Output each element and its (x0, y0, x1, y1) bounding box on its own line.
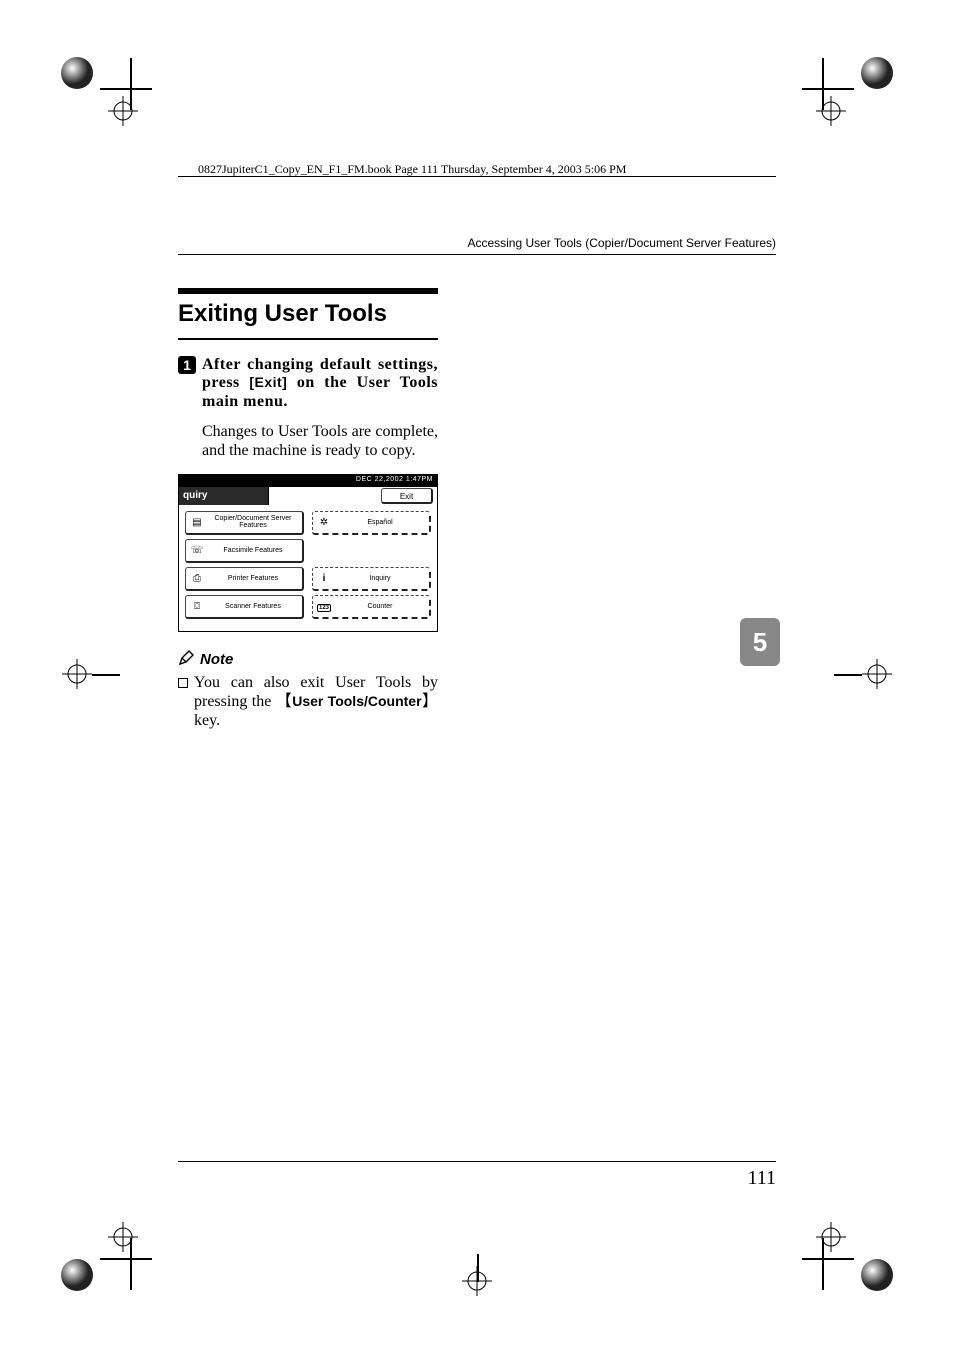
note-after: key. (194, 712, 220, 729)
heading-rule-thin (178, 338, 438, 340)
chapter-thumb-tab: 5 (740, 618, 780, 666)
heading-rule-thick (178, 288, 438, 294)
panel-right-column: ✲ Español i Inquiry 123 Counter (312, 511, 431, 619)
panel-btn-label: Español (335, 519, 425, 526)
panel-status-bar: DEC 22,2002 1:47PM (179, 475, 437, 487)
scanner-icon: ⌼ (190, 601, 204, 612)
book-reference: 0827JupiterC1_Copy_EN_F1_FM.book Page 11… (198, 162, 626, 177)
panel-btn-label: Scanner Features (208, 603, 298, 610)
user-tools-counter-key: User Tools/Counter (292, 693, 421, 709)
panel-title-spacer (269, 487, 381, 505)
panel-btn-label: Inquiry (335, 575, 425, 582)
info-icon: i (317, 573, 331, 584)
user-tools-panel: DEC 22,2002 1:47PM quiry Exit ▤ Copier/Do… (178, 474, 438, 632)
pencil-icon (178, 650, 194, 670)
panel-btn-inquiry[interactable]: i Inquiry (312, 567, 431, 591)
header-rule (178, 254, 776, 255)
note-text: You can also exit User Tools by pressing… (194, 674, 438, 731)
panel-btn-facsimile[interactable]: ☏ Facsimile Features (185, 539, 304, 563)
panel-btn-counter[interactable]: 123 Counter (312, 595, 431, 619)
note-item: You can also exit User Tools by pressing… (178, 674, 438, 731)
footer-rule (178, 1161, 776, 1162)
left-bracket-icon: 【 (276, 693, 292, 710)
body-column: 1 After changing default settings, press… (178, 356, 438, 731)
panel-btn-label: Printer Features (208, 575, 298, 582)
panel-body: ▤ Copier/Document Server Features ☏ Facsim… (179, 505, 437, 625)
fax-icon: ☏ (190, 545, 204, 556)
section-heading: Exiting User Tools (178, 298, 438, 332)
section-heading-block: Exiting User Tools (178, 288, 438, 340)
panel-btn-label: Facsimile Features (208, 547, 298, 554)
step-1: 1 After changing default settings, press… (178, 356, 438, 411)
exit-button-label-ref: [Exit] (249, 374, 287, 390)
note-heading: Note (178, 650, 438, 670)
note-heading-text: Note (200, 651, 233, 668)
copier-icon: ▤ (190, 517, 204, 528)
panel-btn-copier-docserver[interactable]: ▤ Copier/Document Server Features (185, 511, 304, 535)
note-block: Note You can also exit User Tools by pre… (178, 650, 438, 731)
ref-underline (178, 176, 776, 177)
step-number-badge: 1 (178, 356, 196, 374)
running-header: Accessing User Tools (Copier/Document Se… (178, 236, 776, 250)
panel-btn-language[interactable]: ✲ Español (312, 511, 431, 535)
panel-title-bar: quiry Exit (179, 487, 437, 505)
printer-icon: ⎙ (190, 573, 204, 584)
panel-exit-button[interactable]: Exit (381, 488, 433, 504)
hollow-square-icon (178, 678, 188, 688)
panel-tab-label: quiry (179, 487, 269, 505)
counter-icon: 123 (317, 601, 331, 612)
step-1-paragraph: Changes to User Tools are complete, and … (202, 423, 438, 460)
panel-btn-printer[interactable]: ⎙ Printer Features (185, 567, 304, 591)
panel-btn-scanner[interactable]: ⌼ Scanner Features (185, 595, 304, 619)
page-content: 0827JupiterC1_Copy_EN_F1_FM.book Page 11… (178, 158, 776, 1190)
globe-icon: ✲ (317, 517, 331, 528)
panel-gap (312, 539, 431, 563)
page-number: 111 (747, 1167, 776, 1190)
step-1-text: After changing default settings, press [… (202, 356, 438, 411)
panel-left-column: ▤ Copier/Document Server Features ☏ Facsim… (185, 511, 304, 619)
panel-btn-label: Copier/Document Server Features (208, 515, 298, 529)
panel-btn-label: Counter (335, 603, 425, 610)
page-wrap: 0827JupiterC1_Copy_EN_F1_FM.book Page 11… (100, 58, 854, 1290)
right-bracket-icon: 】 (422, 693, 438, 710)
